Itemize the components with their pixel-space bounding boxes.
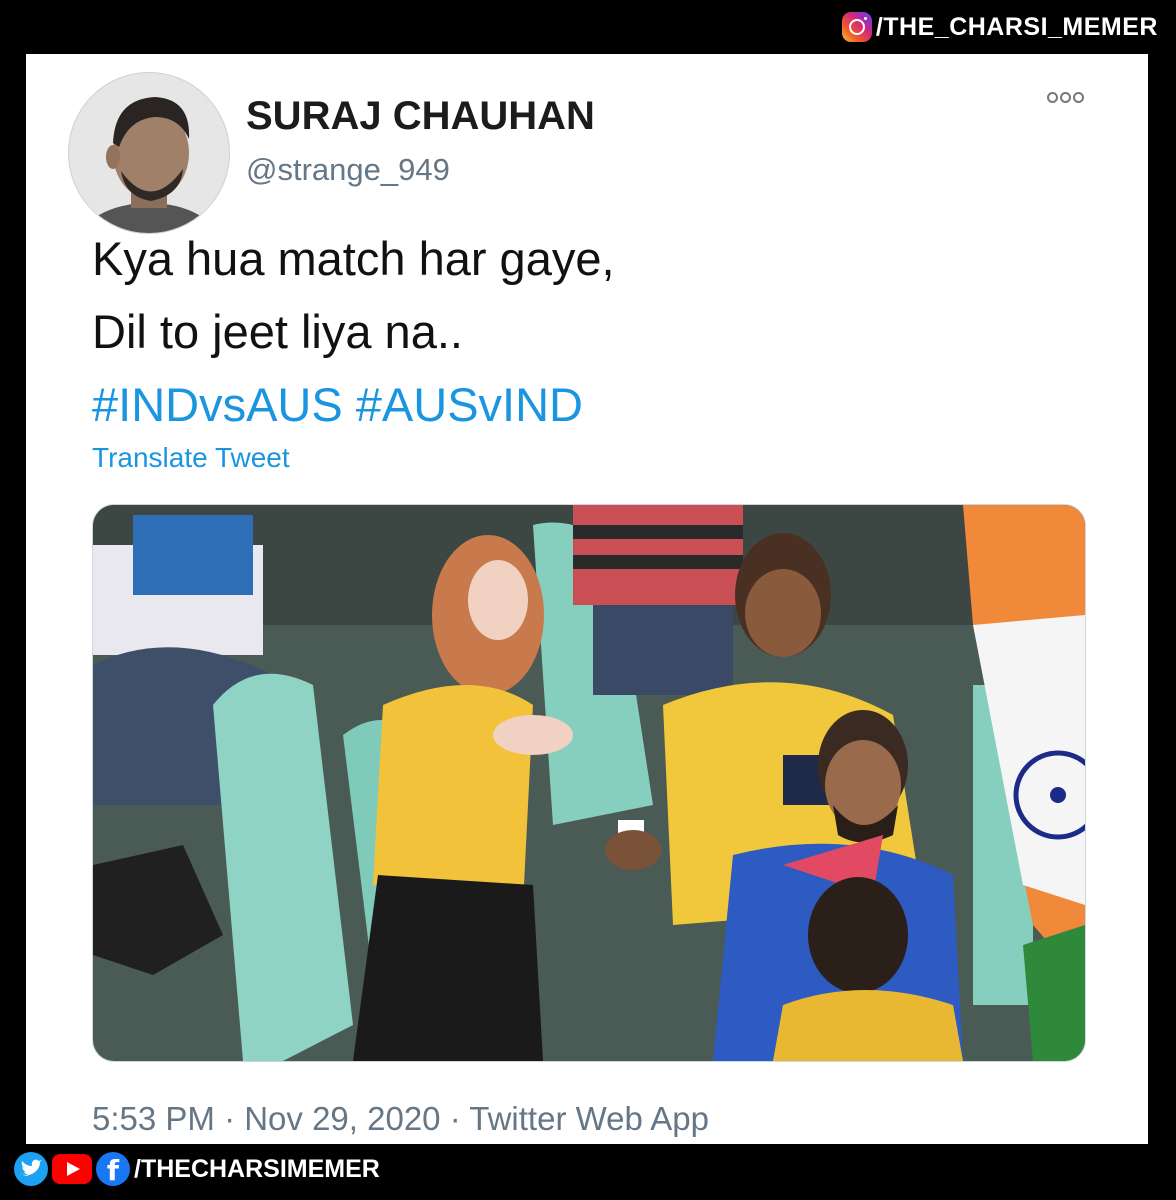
author-name[interactable]: SURAJ CHAUHAN [246, 94, 595, 139]
author-handle[interactable]: @strange_949 [246, 152, 450, 188]
youtube-icon [52, 1154, 92, 1184]
instagram-icon [841, 12, 872, 42]
tweet-card: SURAJ CHAUHAN @strange_949 Kya hua match… [26, 54, 1148, 1144]
tweet-timestamp[interactable]: 5:53 PM · Nov 29, 2020 · Twitter Web App [92, 1100, 709, 1138]
tweet-text: Kya hua match har gaye, Dil to jeet liya… [92, 222, 615, 441]
tweet-text-line: Dil to jeet liya na.. [92, 305, 463, 358]
avatar[interactable] [68, 72, 230, 234]
tweet-media-image[interactable] [92, 504, 1086, 1062]
bottom-watermark-text: /THECHARSIMEMER [134, 1154, 380, 1183]
bottom-watermark: f /THECHARSIMEMER [14, 1152, 380, 1187]
tweet-text-line: Kya hua match har gaye, [92, 232, 615, 285]
facebook-icon: f [96, 1152, 130, 1187]
top-watermark-text: /THE_CHARSI_MEMER [875, 12, 1158, 41]
top-watermark: /THE_CHARSI_MEMER [841, 12, 1158, 42]
hashtags-link[interactable]: #INDvsAUS #AUSvIND [92, 368, 615, 441]
twitter-icon [14, 1152, 48, 1186]
translate-tweet-link[interactable]: Translate Tweet [92, 442, 290, 474]
more-options-icon[interactable] [1047, 92, 1084, 103]
